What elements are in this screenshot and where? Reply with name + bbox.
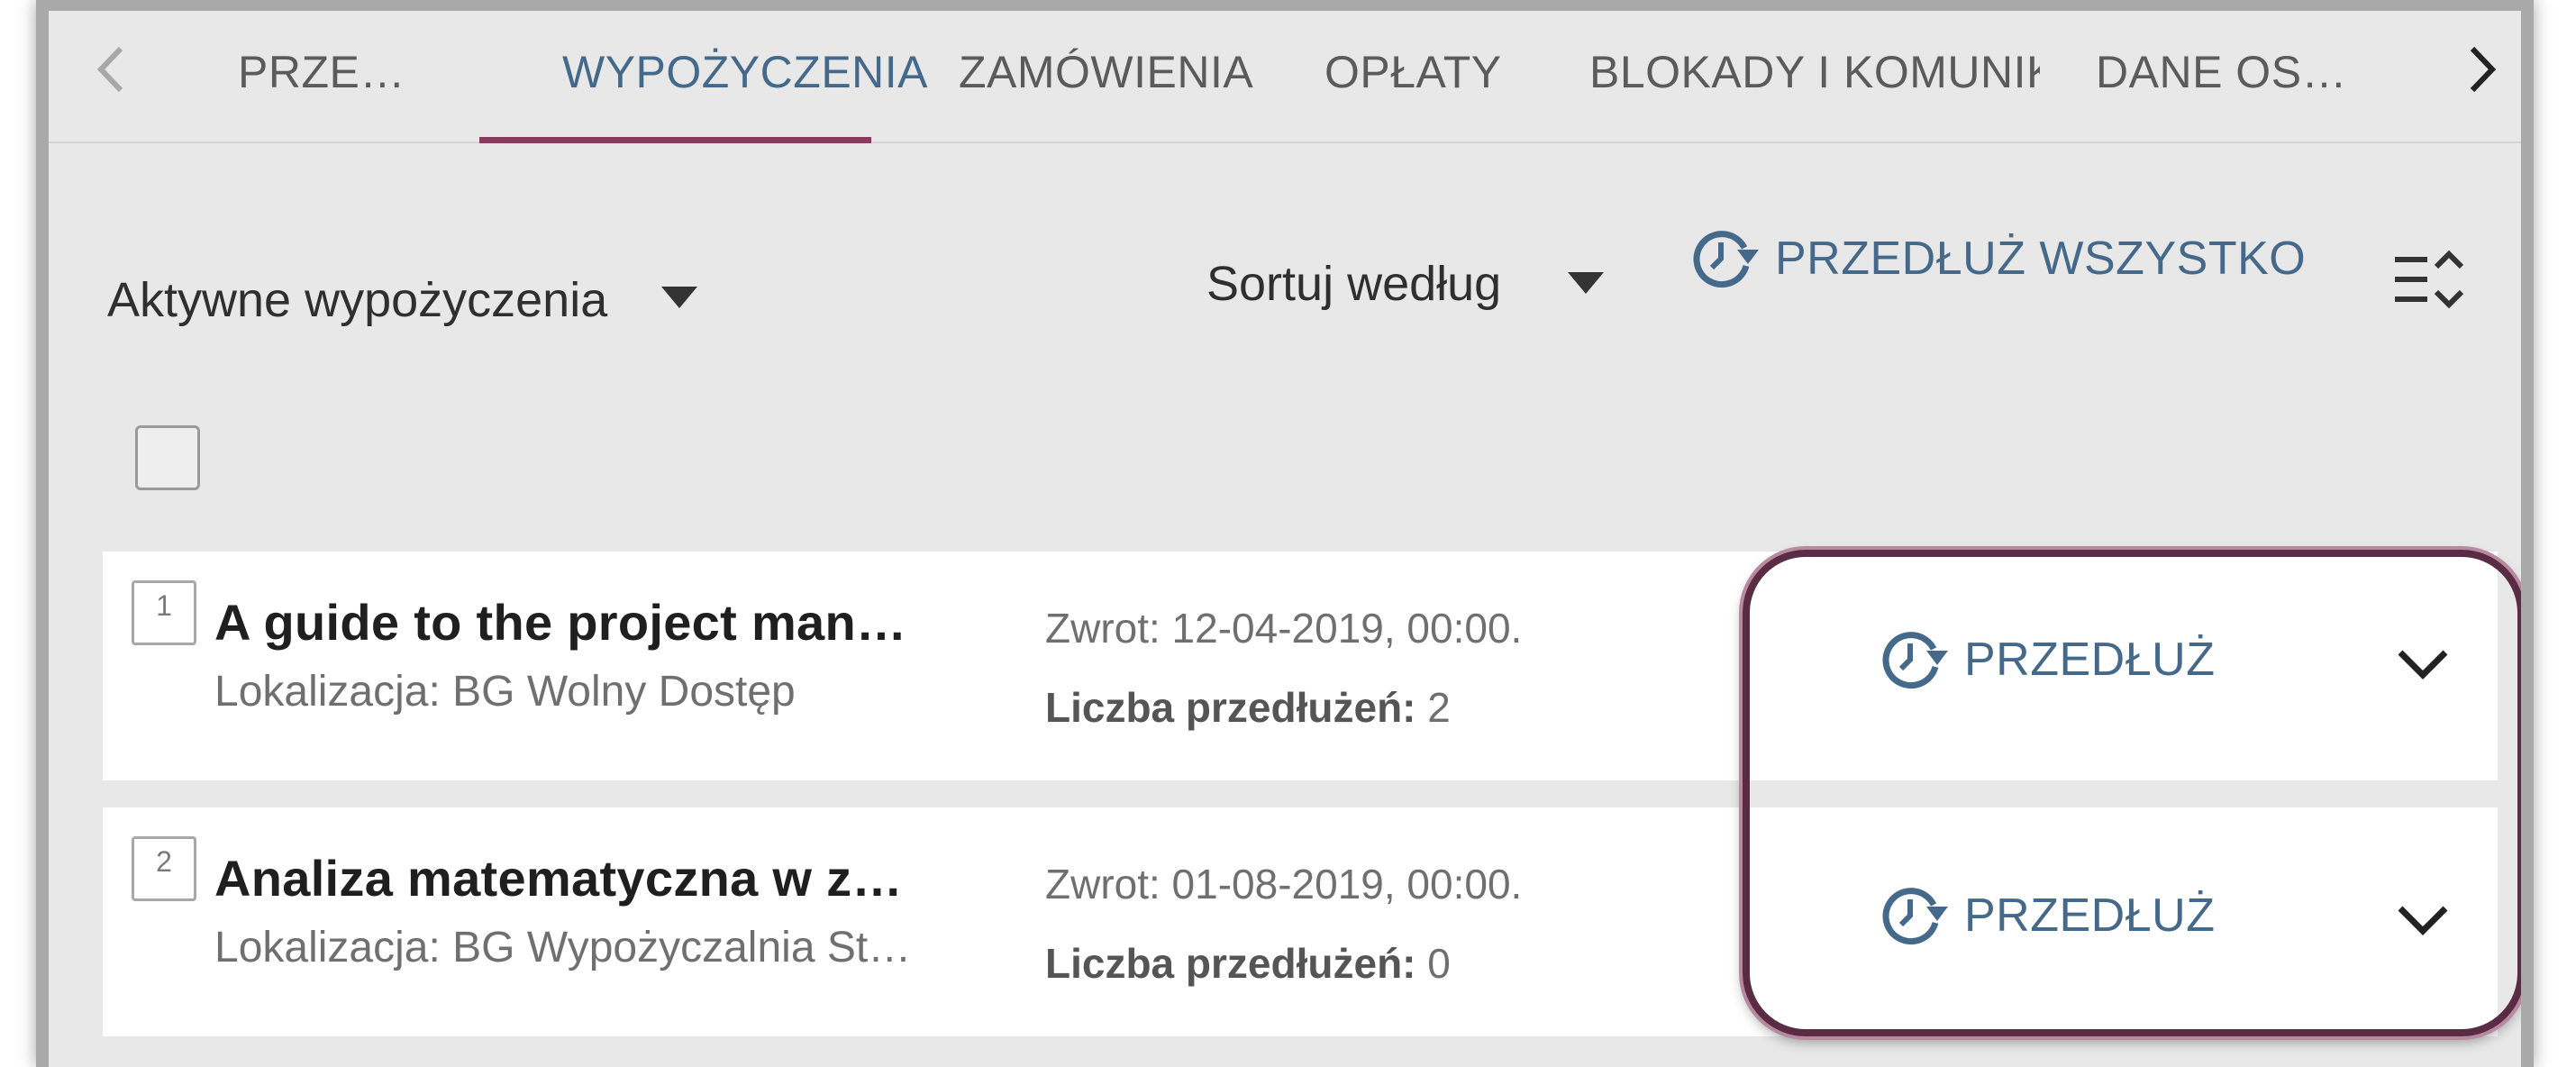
renew-all-label: PRZEDŁUŻ WSZYSTKO <box>1775 233 2307 285</box>
tab-wypozyczenia[interactable]: WYPOŻYCZENIA <box>562 11 928 141</box>
tabs-next-arrow-icon[interactable] <box>2454 38 2508 101</box>
loan-return-date: Zwrot: 12-04-2019, 00:00. <box>1045 605 1523 652</box>
tab-dane-osobowe[interactable]: DANE OS… <box>2096 11 2347 141</box>
loan-title[interactable]: A guide to the project man… <box>214 593 906 652</box>
tabs-prev-arrow-icon[interactable] <box>85 38 139 101</box>
tab-bar: PRZE… WYPOŻYCZENIA ZAMÓWIENIA OPŁATY BLO… <box>49 11 2521 143</box>
loan-renewals-count: Liczba przedłużeń: 0 <box>1045 939 1451 988</box>
loan-renewals-count: Liczba przedłużeń: 2 <box>1045 683 1451 732</box>
renew-clock-icon <box>1689 223 1761 295</box>
expand-chevron-down-icon[interactable] <box>2391 898 2454 943</box>
loan-title[interactable]: Analiza matematyczna w z… <box>214 849 903 907</box>
loan-row[interactable]: 1 A guide to the project man… Lokalizacj… <box>103 552 2498 780</box>
filter-caret-icon[interactable] <box>661 287 697 308</box>
renew-button[interactable]: PRZEDŁUŻ <box>1878 880 2215 952</box>
select-all-checkbox[interactable] <box>135 425 200 490</box>
loan-location: Lokalizacja: BG Wolny Dostęp <box>214 668 796 716</box>
tab-prze[interactable]: PRZE… <box>238 11 405 141</box>
sort-caret-icon[interactable] <box>1568 272 1604 294</box>
renewals-value: 0 <box>1427 940 1451 987</box>
renew-label: PRZEDŁUŻ <box>1964 634 2216 686</box>
renew-button[interactable]: PRZEDŁUŻ <box>1878 624 2215 696</box>
renew-clock-icon <box>1878 624 1950 696</box>
loan-number[interactable]: 1 <box>132 580 196 645</box>
renew-clock-icon <box>1878 880 1950 952</box>
loan-return-date: Zwrot: 01-08-2019, 00:00. <box>1045 861 1523 907</box>
renew-label: PRZEDŁUŻ <box>1964 889 2216 942</box>
loan-row[interactable]: 2 Analiza matematyczna w z… Lokalizacja:… <box>103 807 2498 1036</box>
tab-blokady[interactable]: BLOKADY I KOMUNIKA <box>1589 11 2040 141</box>
sort-by-select[interactable]: Sortuj według <box>1206 256 1501 312</box>
expand-chevron-down-icon[interactable] <box>2391 642 2454 687</box>
tab-zamowienia[interactable]: ZAMÓWIENIA <box>959 11 1253 141</box>
renewals-label: Liczba przedłużeń: <box>1045 684 1416 731</box>
expand-collapse-all-icon[interactable] <box>2391 243 2481 315</box>
renew-all-button[interactable]: PRZEDŁUŻ WSZYSTKO <box>1689 223 2306 295</box>
loan-number[interactable]: 2 <box>132 836 196 901</box>
active-tab-indicator <box>479 137 871 143</box>
loan-filter-select[interactable]: Aktywne wypożyczenia <box>107 272 607 328</box>
tab-oplaty[interactable]: OPŁATY <box>1324 11 1502 141</box>
renewals-value: 2 <box>1427 684 1451 731</box>
loans-panel: PRZE… WYPOŻYCZENIA ZAMÓWIENIA OPŁATY BLO… <box>36 0 2534 1067</box>
loan-location: Lokalizacja: BG Wypożyczalnia St… <box>214 924 912 971</box>
renewals-label: Liczba przedłużeń: <box>1045 940 1416 987</box>
